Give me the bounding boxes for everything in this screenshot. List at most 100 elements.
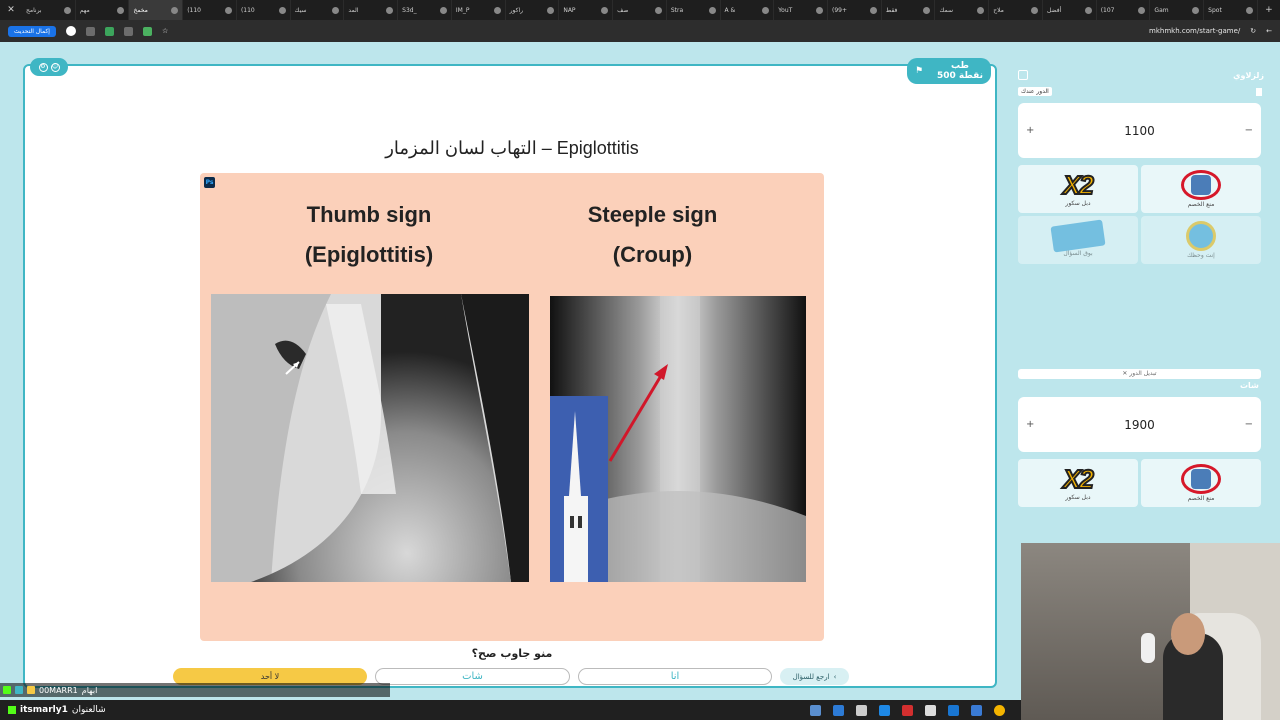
favicon-icon xyxy=(869,6,877,14)
thumb-sign-subtitle: (Epiglottitis) xyxy=(304,242,434,267)
team-badge-points: 500 نقطة xyxy=(936,71,983,81)
update-chip[interactable]: إكمال التحديث xyxy=(8,25,56,37)
favicon-icon xyxy=(332,6,340,14)
browser-tab-label: Gam xyxy=(1154,6,1169,14)
browser-tab[interactable]: سمك xyxy=(935,0,990,20)
browser-tab[interactable]: IM_P xyxy=(452,0,506,20)
browser-tab-label: مخمخ xyxy=(133,6,148,14)
browser-tab-label: A & xyxy=(724,6,736,14)
luck-helper[interactable]: إنت وحظك xyxy=(1141,216,1261,264)
block-opponent-helper[interactable]: منع الخصم xyxy=(1141,459,1261,507)
thumb-sign-title: Thumb sign xyxy=(306,202,432,227)
browser-tab[interactable]: سيك xyxy=(291,0,345,20)
browser-tab[interactable]: المد xyxy=(344,0,399,20)
extension-icon[interactable] xyxy=(123,26,133,36)
score-minus-button[interactable]: − xyxy=(1245,419,1253,430)
favicon-icon xyxy=(278,6,286,14)
helper-label: دبل سكور xyxy=(1065,200,1091,207)
address-url[interactable]: mkhmkh.com/start-game/ xyxy=(1149,27,1240,35)
team-badge-name: طب xyxy=(950,61,969,71)
browser-tab-label: المد xyxy=(348,6,359,14)
browser-tab[interactable]: NAP xyxy=(559,0,614,20)
browser-tab[interactable]: مهم xyxy=(76,0,130,20)
taskbar-app-icon[interactable] xyxy=(810,704,821,716)
taskbar-app-icon[interactable] xyxy=(833,704,844,716)
browser-tab[interactable]: (107 xyxy=(1097,0,1151,20)
settings-icon[interactable] xyxy=(856,704,867,716)
taskbar-app-icon[interactable] xyxy=(925,704,936,716)
browser-tab[interactable]: برنامج xyxy=(22,0,76,20)
browser-tab[interactable]: راكور xyxy=(506,0,560,20)
browser-tab[interactable]: Gam xyxy=(1150,0,1205,20)
favicon-icon xyxy=(1138,6,1146,14)
double-score-helper[interactable]: X2 دبل سكور xyxy=(1018,165,1138,213)
clock-icon xyxy=(1186,221,1216,251)
favicon-icon xyxy=(117,6,125,14)
taskbar-app-icon[interactable] xyxy=(902,704,913,716)
window-menu-icon[interactable]: ✕ xyxy=(0,5,22,15)
browser-tab[interactable]: مخمخ xyxy=(129,0,184,20)
extension-icon[interactable] xyxy=(85,26,95,36)
reload-icon[interactable]: ↻ xyxy=(1250,27,1256,35)
browser-tab[interactable]: (110 xyxy=(183,0,237,20)
browser-tab[interactable]: أفضل xyxy=(1043,0,1097,20)
browser-tab[interactable]: S3d_ xyxy=(398,0,452,20)
browser-tab[interactable]: (99+ xyxy=(828,0,882,20)
browser-tab-strip: ✕ برنامج مهم مخمخ (110 (110 سيك المد S3d_ IM_P را… xyxy=(0,0,1280,20)
browser-toolbar: إكمال التحديث ☆ mkhmkh.com/start-game/ ↻… xyxy=(0,20,1280,42)
browser-tab-label: Spot xyxy=(1208,6,1222,14)
favicon-icon xyxy=(224,6,232,14)
new-tab-button[interactable]: + xyxy=(1258,5,1280,15)
favicon-icon xyxy=(601,6,609,14)
browser-tab-label: (110 xyxy=(240,6,255,14)
question-horn-helper[interactable]: بوق السؤال xyxy=(1018,216,1138,264)
settings-icon[interactable]: ⚙ xyxy=(38,62,48,72)
team1-answer-button[interactable]: انا xyxy=(578,668,772,685)
browser-tab[interactable]: ملاح xyxy=(989,0,1043,20)
bookmark-star-icon[interactable]: ☆ xyxy=(162,27,168,35)
taskbar-app-icon[interactable] xyxy=(971,704,982,716)
thumb-sign-caption: Thumb sign (Epiglottitis) xyxy=(280,195,458,275)
browser-tab-label: S3d_ xyxy=(402,6,417,14)
browser-tab-label: IM_P xyxy=(455,6,470,14)
browser-tab[interactable]: Spot xyxy=(1204,0,1258,20)
chat-user: itsmarly1 xyxy=(20,705,68,715)
team2-score: 1900 xyxy=(1124,417,1155,432)
browser-tab[interactable]: Stra xyxy=(667,0,721,20)
home-icon[interactable] xyxy=(1018,70,1028,80)
browser-tab[interactable]: فقط xyxy=(882,0,936,20)
flag-icon[interactable]: ⚑ xyxy=(915,66,923,76)
taskbar-app-icon[interactable] xyxy=(879,704,890,716)
chrome-icon[interactable] xyxy=(994,704,1005,716)
switch-turn-button[interactable]: ✕ تبديل الدور xyxy=(1018,369,1261,379)
extension-icon[interactable] xyxy=(104,26,114,36)
block-opponent-helper[interactable]: منع الخصم xyxy=(1141,165,1261,213)
x2-icon: X2 xyxy=(1062,170,1095,200)
emoji-icon[interactable]: ☺ xyxy=(50,62,60,72)
browser-tab[interactable]: صف xyxy=(613,0,667,20)
badge-icon xyxy=(15,686,23,694)
frontal-neck-xray xyxy=(550,296,806,582)
team2-answer-button[interactable]: شات xyxy=(375,668,570,685)
taskbar: itsmarly1 شالعنوان xyxy=(0,700,1021,720)
browser-tab[interactable]: YouT xyxy=(774,0,829,20)
back-to-question-button[interactable]: ارجع للسؤال ‹ xyxy=(780,668,849,685)
score-plus-button[interactable]: + xyxy=(1026,419,1034,430)
browser-tab-label: سمك xyxy=(939,6,954,14)
favicon-icon xyxy=(547,6,555,14)
back-icon[interactable]: ← xyxy=(1266,27,1272,35)
steeple-sign-caption: Steeple sign (Croup) xyxy=(560,195,745,275)
taskbar-app-icon[interactable] xyxy=(948,704,959,716)
browser-tab[interactable]: (110 xyxy=(237,0,291,20)
browser-tab-label: سيك xyxy=(294,6,307,14)
extension-icon[interactable] xyxy=(142,26,152,36)
team2-name: شات xyxy=(1240,381,1259,390)
browser-tab-label: NAP xyxy=(563,6,576,14)
browser-tab-label: YouT xyxy=(778,6,793,14)
score-plus-button[interactable]: + xyxy=(1026,125,1034,136)
chevron-left-icon: ‹ xyxy=(833,672,837,681)
double-score-helper[interactable]: X2 دبل سكور xyxy=(1018,459,1138,507)
browser-tab[interactable]: A & xyxy=(721,0,775,20)
account-icon[interactable] xyxy=(65,26,76,36)
score-minus-button[interactable]: − xyxy=(1245,125,1253,136)
